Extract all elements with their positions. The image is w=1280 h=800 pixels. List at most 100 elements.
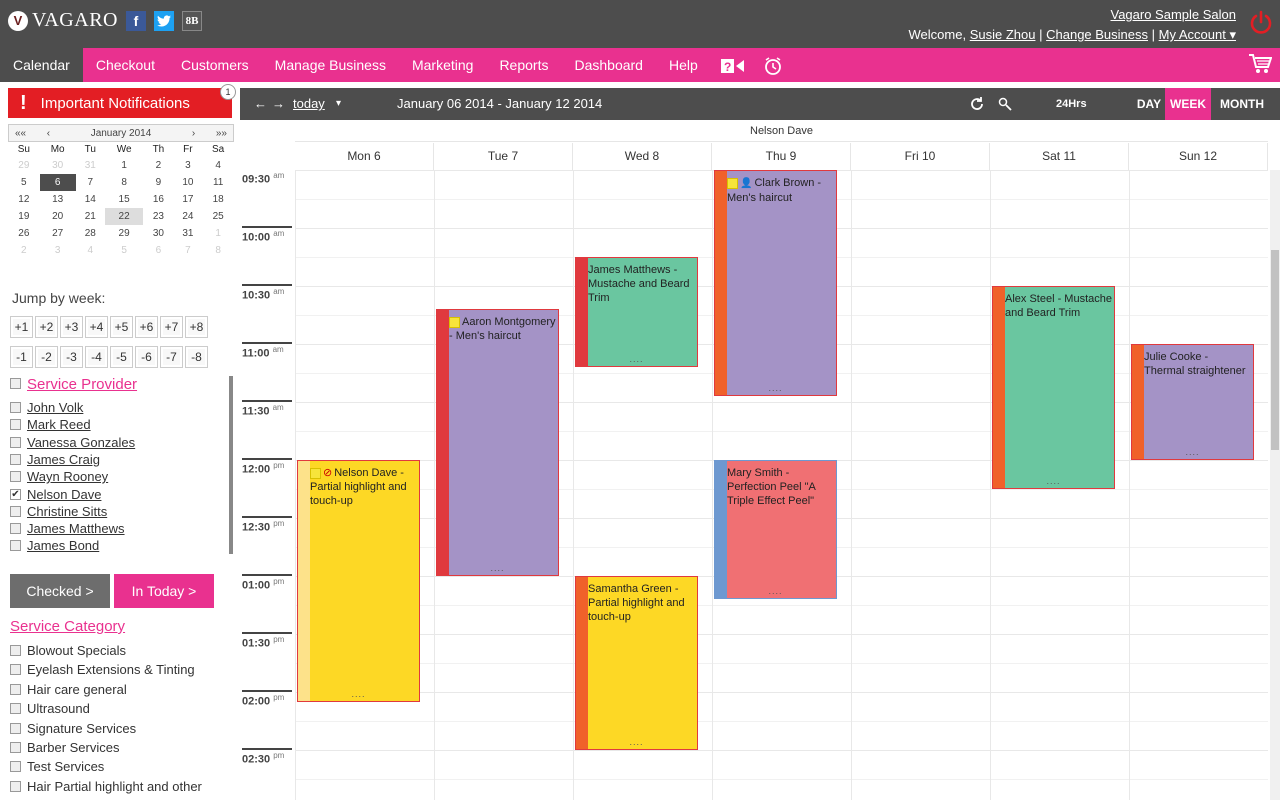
mini-calendar-day[interactable]: 17 [174, 191, 203, 208]
mini-calendar-day[interactable]: 27 [40, 225, 76, 242]
select-all-providers-checkbox[interactable] [10, 378, 21, 389]
appointment-more-handle[interactable]: .... [437, 561, 558, 575]
provider-name[interactable]: James Craig [27, 452, 100, 467]
mini-calendar-day[interactable]: 15 [105, 191, 143, 208]
jump-back-8-button[interactable]: -8 [185, 346, 208, 368]
nav-reports[interactable]: Reports [486, 48, 561, 82]
appointment-block[interactable]: James Matthews - Mustache and Beard Trim… [575, 257, 698, 368]
day-header[interactable]: Wed 8 [573, 143, 712, 170]
mini-calendar-day[interactable]: 16 [143, 191, 173, 208]
mini-calendar-day[interactable]: 29 [105, 225, 143, 242]
mini-calendar-day[interactable]: 8 [202, 242, 234, 259]
day-header[interactable]: Fri 10 [851, 143, 990, 170]
jump-forward-6-button[interactable]: +6 [135, 316, 158, 338]
category-checkbox[interactable] [10, 703, 21, 715]
mini-calendar-day[interactable]: 12 [8, 191, 40, 208]
cart-icon[interactable] [1248, 53, 1272, 75]
jump-back-7-button[interactable]: -7 [160, 346, 183, 368]
service-category-title[interactable]: Service Category [10, 618, 125, 635]
nav-manage-business[interactable]: Manage Business [262, 48, 399, 82]
important-notifications-button[interactable]: ! Important Notifications 1 [8, 84, 236, 118]
mini-calendar-day[interactable]: 6 [39, 174, 76, 191]
category-checkbox[interactable] [10, 664, 21, 676]
provider-name[interactable]: Christine Sitts [27, 504, 107, 519]
provider-checkbox[interactable] [10, 453, 21, 465]
mini-calendar-day[interactable]: 3 [174, 157, 203, 174]
category-item[interactable]: Eyelash Extensions & Tinting [10, 662, 195, 677]
mini-calendar-day[interactable]: 19 [8, 208, 40, 225]
in-today-button[interactable]: In Today > [114, 574, 214, 608]
provider-checkbox[interactable]: ✔ [10, 488, 21, 500]
category-checkbox[interactable] [10, 683, 21, 695]
mini-calendar-day[interactable]: 1 [105, 157, 143, 174]
provider-checkbox[interactable] [10, 540, 21, 552]
provider-item[interactable]: James Bond [10, 538, 99, 553]
category-checkbox[interactable] [10, 761, 21, 773]
today-dropdown-caret[interactable]: ▾ [336, 88, 341, 120]
nav-help[interactable]: Help [656, 48, 711, 82]
mini-calendar-day[interactable]: 26 [8, 225, 40, 242]
jump-back-6-button[interactable]: -6 [135, 346, 158, 368]
appointment-more-handle[interactable]: .... [576, 352, 697, 366]
view-day-button[interactable]: DAY [1133, 88, 1165, 120]
appointment-block[interactable]: Julie Cooke - Thermal straightener.... [1131, 344, 1254, 460]
provider-name[interactable]: James Bond [27, 538, 99, 553]
alarm-clock-icon[interactable] [755, 48, 791, 82]
provider-item[interactable]: Mark Reed [10, 417, 91, 432]
jump-back-2-button[interactable]: -2 [35, 346, 58, 368]
category-checkbox[interactable] [10, 742, 21, 753]
category-item[interactable]: Hair Partial highlight and other [10, 779, 202, 794]
mini-calendar-day[interactable]: 6 [143, 242, 173, 259]
checked-button[interactable]: Checked > [10, 574, 110, 608]
appointment-more-handle[interactable]: .... [993, 474, 1114, 488]
mini-calendar-day[interactable]: 7 [174, 242, 203, 259]
view-week-button[interactable]: WEEK [1165, 88, 1211, 120]
provider-checkbox[interactable] [10, 523, 21, 535]
provider-name[interactable]: Nelson Dave [27, 487, 101, 502]
category-item[interactable]: Blowout Specials [10, 643, 126, 658]
appointment-more-handle[interactable]: .... [715, 381, 836, 395]
category-item[interactable]: Barber Services [10, 740, 119, 755]
mini-calendar-day[interactable]: 7 [76, 174, 105, 191]
nav-customers[interactable]: Customers [168, 48, 262, 82]
mini-calendar-day[interactable]: 28 [76, 225, 105, 242]
mini-calendar-day[interactable]: 4 [76, 242, 105, 259]
my-account-link[interactable]: My Account ▾ [1159, 27, 1236, 42]
mini-calendar-day[interactable]: 1 [202, 225, 234, 242]
appointment-more-handle[interactable]: .... [715, 584, 836, 598]
jump-forward-1-button[interactable]: +1 [10, 316, 33, 338]
next-month-button[interactable]: › [192, 128, 195, 139]
jump-back-1-button[interactable]: -1 [10, 346, 33, 368]
category-checkbox[interactable] [10, 722, 21, 734]
video-help-icon[interactable]: ? [711, 48, 755, 82]
provider-item[interactable]: Christine Sitts [10, 504, 107, 519]
mini-calendar-day[interactable]: 8 [105, 174, 143, 191]
provider-item[interactable]: Wayn Rooney [10, 469, 108, 484]
provider-name[interactable]: Wayn Rooney [27, 469, 108, 484]
mini-calendar-day[interactable]: 14 [76, 191, 105, 208]
day-header[interactable]: Sun 12 [1129, 143, 1268, 170]
jump-forward-2-button[interactable]: +2 [35, 316, 58, 338]
nav-calendar[interactable]: Calendar [0, 48, 83, 82]
appointment-block[interactable]: Alex Steel - Mustache and Beard Trim.... [992, 286, 1115, 489]
calendar-scrollbar[interactable] [1270, 170, 1280, 800]
sidebar-scrollbar[interactable] [229, 376, 233, 554]
mini-calendar-day[interactable]: 31 [76, 157, 105, 174]
mini-calendar-day[interactable]: 10 [174, 174, 203, 191]
day-header[interactable]: Mon 6 [295, 143, 434, 170]
appointment-block[interactable]: Mary Smith - Perfection Peel "A Triple E… [714, 460, 837, 600]
provider-name[interactable]: Mark Reed [27, 417, 91, 432]
badge-icon[interactable]: 8B [181, 10, 202, 31]
provider-item[interactable]: Vanessa Gonzales [10, 435, 135, 450]
mini-calendar-day[interactable]: 24 [174, 208, 203, 225]
day-header[interactable]: Thu 9 [712, 143, 851, 170]
jump-back-5-button[interactable]: -5 [110, 346, 133, 368]
provider-item[interactable]: ✔ Nelson Dave [10, 487, 101, 502]
appointment-block[interactable]: Samantha Green - Partial highlight and t… [575, 576, 698, 750]
power-icon[interactable] [1248, 10, 1274, 36]
prev-week-arrow[interactable]: ← [254, 88, 267, 120]
mini-calendar-day[interactable]: 23 [143, 208, 173, 225]
provider-checkbox[interactable] [10, 419, 21, 431]
salon-link[interactable]: Vagaro Sample Salon [1110, 7, 1236, 22]
jump-forward-3-button[interactable]: +3 [60, 316, 83, 338]
